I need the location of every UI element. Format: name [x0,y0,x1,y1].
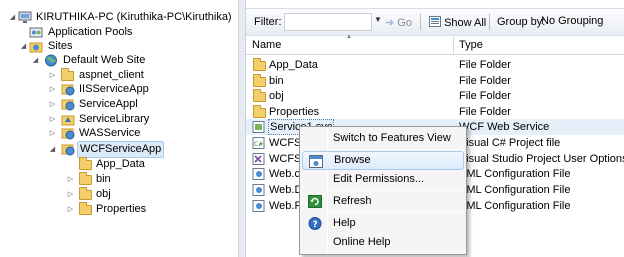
help-icon: ? [308,217,322,230]
folder-icon [79,157,92,170]
tree-node-label: WASService [79,127,141,139]
menu-item-edit-permissions[interactable]: Edit Permissions... [302,170,464,189]
menu-separator [330,149,464,150]
filter-dropdown-icon[interactable]: ▼ [374,15,382,24]
show-all-icon [429,16,441,27]
collapse-arrow-icon[interactable]: ◢ [48,141,57,158]
virtual-directory-icon [61,115,75,126]
folder-icon [253,105,266,118]
group-by-select[interactable]: No Grouping [541,15,603,27]
menu-item-switch-to-features-view[interactable]: Switch to Features View [302,129,464,148]
menu-item-online-help[interactable]: Online Help [302,233,464,252]
column-header-type[interactable]: Type [459,39,483,51]
config-file-icon [252,200,265,212]
list-header: ▲ Name Type [246,34,624,55]
item-type: XML Configuration File [459,184,571,196]
svg-text:C#: C# [254,141,263,148]
list-item[interactable]: Properties File Folder [246,104,624,120]
connections-tree: ◢ KIRUTHIKA-PC (Kiruthika-PC\Kiruthika) … [0,0,238,257]
folder-icon [79,172,92,185]
browse-icon [309,155,323,168]
list-item[interactable]: App_Data File Folder [246,57,624,73]
item-type: File Folder [459,59,511,71]
menu-separator [330,190,464,191]
csproj-file-icon: C# [252,137,265,149]
sort-ascending-icon: ▲ [346,34,352,40]
expand-arrow-icon[interactable]: ▷ [66,201,75,218]
item-type: File Folder [459,75,511,87]
item-name: obj [269,90,284,102]
go-arrow-icon: ➜ [385,17,395,29]
toolbar-divider [489,14,490,30]
menu-item-browse[interactable]: Browse [302,151,464,170]
list-item[interactable]: obj File Folder [246,88,624,104]
pane-splitter[interactable] [238,0,246,257]
folder-icon [61,68,74,81]
svg-text:?: ? [313,220,318,230]
filter-input[interactable] [284,13,372,31]
folder-icon [253,74,266,87]
filter-label: Filter: [254,16,282,28]
folder-icon [253,89,266,102]
folder-icon [253,58,266,71]
refresh-icon [308,195,322,208]
item-name: Properties [269,106,320,118]
show-all-button[interactable]: Show All [429,16,486,29]
column-header-name[interactable]: Name [252,39,281,51]
web-application-icon [61,99,75,111]
folder-icon [79,187,92,200]
globe-icon [45,54,57,67]
svc-file-icon [252,121,265,133]
group-by-label: Group by: [497,16,546,28]
filter-toolbar: Filter: ▼ ➜ Go Show All Group by: No Gro… [246,8,624,36]
expand-arrow-icon[interactable]: ▷ [48,125,57,142]
go-button[interactable]: ➜ Go [385,16,412,29]
toolbar-divider [420,14,421,30]
column-divider[interactable] [453,37,454,55]
item-type: File Folder [459,106,511,118]
folder-icon [79,202,92,215]
item-type: Visual Studio Project User Options file [459,153,624,165]
server-icon [18,11,32,23]
item-name: bin [269,75,284,87]
collapse-arrow-icon[interactable]: ◢ [8,9,17,26]
web-application-icon [61,144,75,156]
context-menu: Switch to Features View Browse Edit Perm… [299,126,467,255]
item-name: App_Data [269,59,318,71]
item-type: XML Configuration File [459,168,571,180]
collapse-arrow-icon[interactable]: ◢ [19,38,28,55]
list-item[interactable]: bin File Folder [246,73,624,89]
app-pools-icon [29,27,43,38]
config-file-icon [252,168,265,180]
config-file-icon [252,184,265,196]
menu-item-help[interactable]: ? Help [302,214,464,233]
web-application-icon [61,84,75,96]
tree-node-label: Properties [96,203,147,215]
collapse-arrow-icon[interactable]: ◢ [31,52,40,69]
web-application-icon [61,128,75,140]
item-type: File Folder [459,90,511,102]
item-type: WCF Web Service [459,121,550,133]
vs-user-file-icon [252,153,265,165]
menu-item-refresh[interactable]: Refresh [302,192,464,211]
menu-separator [330,212,464,213]
item-type: XML Configuration File [459,200,571,212]
item-type: Visual C# Project file [459,137,561,149]
